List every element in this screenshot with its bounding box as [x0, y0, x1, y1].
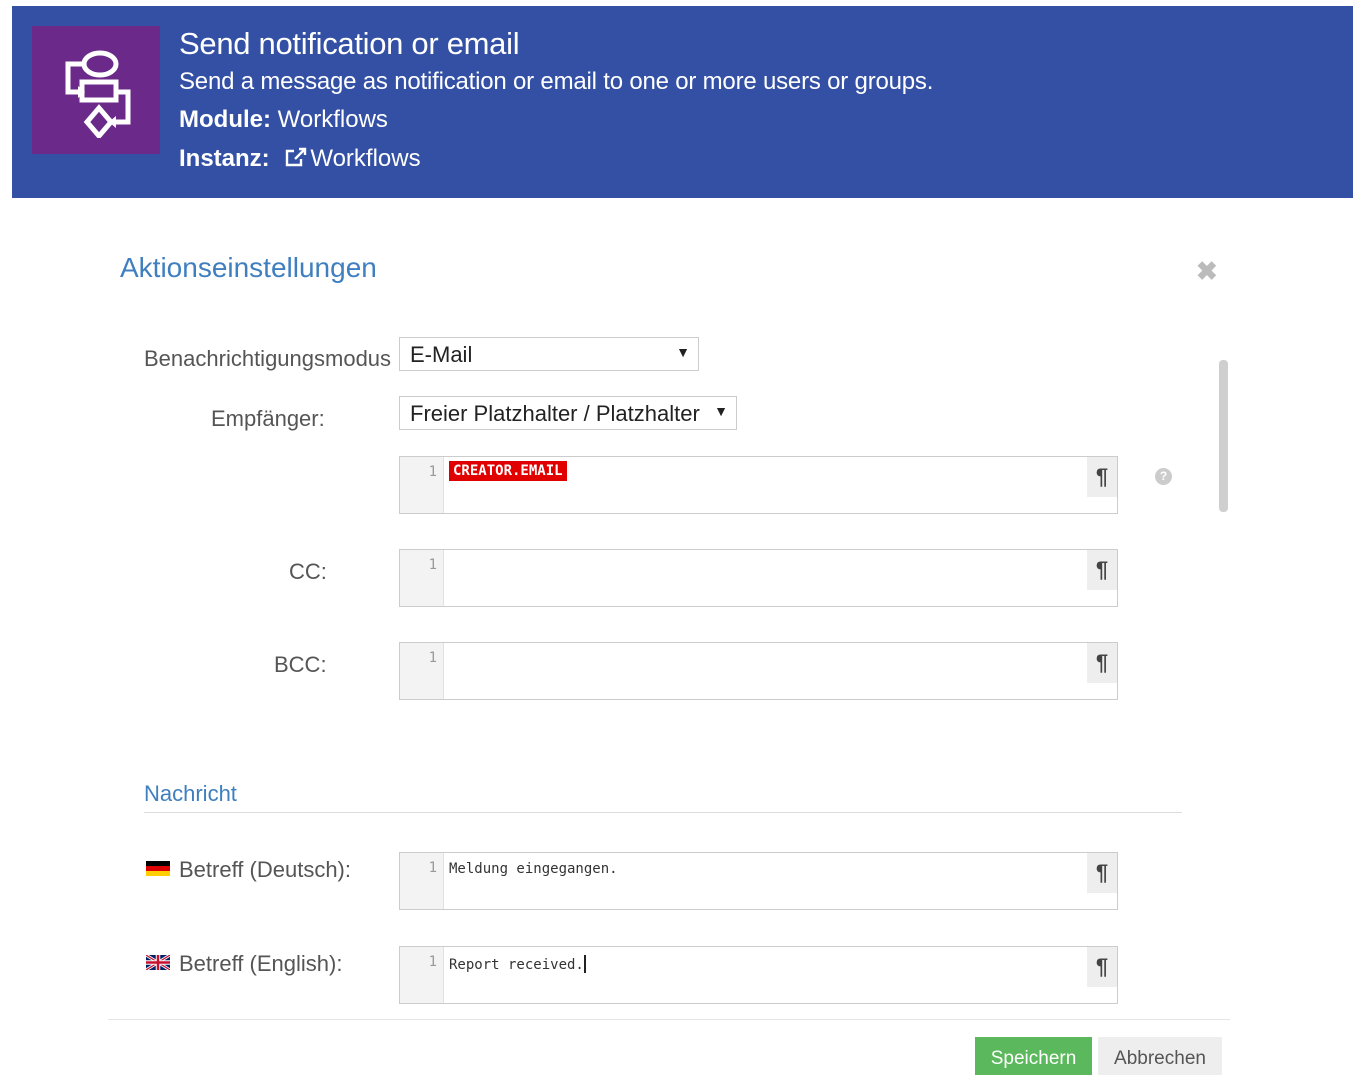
editor-content[interactable]: CREATOR.EMAIL — [449, 461, 567, 481]
subject-en-editor[interactable]: 1 Report received. ¶ — [399, 946, 1118, 1004]
line-gutter: 1 — [400, 457, 444, 513]
pilcrow-toggle-icon[interactable]: ¶ — [1087, 643, 1117, 683]
mode-select[interactable]: E-Mail ▼ — [399, 337, 699, 371]
help-icon[interactable]: ? — [1155, 468, 1172, 485]
recipient-label: Empfänger: — [211, 406, 325, 431]
footer-divider — [108, 1019, 1230, 1020]
pilcrow-toggle-icon[interactable]: ¶ — [1087, 947, 1117, 987]
action-title: Send notification or email — [179, 26, 520, 61]
placeholder-token: CREATOR.EMAIL — [449, 461, 567, 481]
line-gutter: 1 — [400, 643, 444, 699]
line-number: 1 — [428, 954, 437, 970]
module-label: Module: — [179, 106, 271, 133]
cc-label: CC: — [289, 559, 327, 584]
line-number: 1 — [428, 464, 437, 480]
action-header: Send notification or email Send a messag… — [12, 6, 1353, 198]
save-button[interactable]: Speichern — [975, 1037, 1092, 1075]
dialog-title: Aktionseinstellungen — [120, 252, 377, 283]
subject-de-editor[interactable]: 1 Meldung eingegangen. ¶ — [399, 852, 1118, 910]
subject-de-label: Betreff (Deutsch): — [179, 857, 351, 882]
line-number: 1 — [428, 860, 437, 876]
pilcrow-toggle-icon[interactable]: ¶ — [1087, 550, 1117, 590]
line-gutter: 1 — [400, 853, 444, 909]
external-link-icon — [286, 147, 307, 167]
editor-content[interactable]: Report received. — [449, 955, 586, 973]
pilcrow-toggle-icon[interactable]: ¶ — [1087, 457, 1117, 497]
recipient-type-select[interactable]: Freier Platzhalter / Platzhalter ▼ — [399, 396, 737, 430]
chevron-down-icon: ▼ — [676, 344, 690, 360]
recipient-type-value: Freier Platzhalter / Platzhalter — [410, 401, 700, 426]
scrollbar[interactable] — [1219, 360, 1228, 512]
mode-label: Benachrichtigungsmodus — [144, 346, 392, 371]
cancel-button[interactable]: Abbrechen — [1098, 1037, 1222, 1075]
workflow-icon — [65, 50, 131, 138]
section-divider — [144, 812, 1182, 813]
recipient-editor[interactable]: 1 CREATOR.EMAIL ¶ — [399, 456, 1118, 514]
line-gutter: 1 — [400, 947, 444, 1003]
editor-text: Report received. — [449, 957, 584, 973]
pilcrow-toggle-icon[interactable]: ¶ — [1087, 853, 1117, 893]
module-line: Module: Workflows — [179, 106, 388, 134]
chevron-down-icon: ▼ — [714, 403, 728, 419]
workflow-logo — [32, 26, 160, 154]
instance-label: Instanz: — [179, 145, 270, 172]
instance-value[interactable]: Workflows — [310, 145, 420, 172]
subject-en-label: Betreff (English): — [179, 951, 343, 976]
german-flag-icon — [146, 861, 170, 876]
close-icon[interactable]: ✖ — [1196, 256, 1218, 287]
cc-editor[interactable]: 1 ¶ — [399, 549, 1118, 607]
bcc-label: BCC: — [274, 652, 327, 677]
action-description: Send a message as notification or email … — [179, 68, 934, 95]
line-number: 1 — [428, 557, 437, 573]
editor-content[interactable]: Meldung eingegangen. — [449, 861, 618, 877]
line-gutter: 1 — [400, 550, 444, 606]
line-number: 1 — [428, 650, 437, 666]
instance-link[interactable]: Workflows — [276, 145, 421, 172]
section-title-message: Nachricht — [144, 781, 237, 806]
module-value: Workflows — [277, 106, 388, 133]
instance-line: Instanz: Workflows — [179, 145, 421, 173]
text-caret — [583, 955, 586, 973]
bcc-editor[interactable]: 1 ¶ — [399, 642, 1118, 700]
uk-flag-icon — [146, 955, 170, 970]
mode-select-value: E-Mail — [410, 342, 473, 367]
